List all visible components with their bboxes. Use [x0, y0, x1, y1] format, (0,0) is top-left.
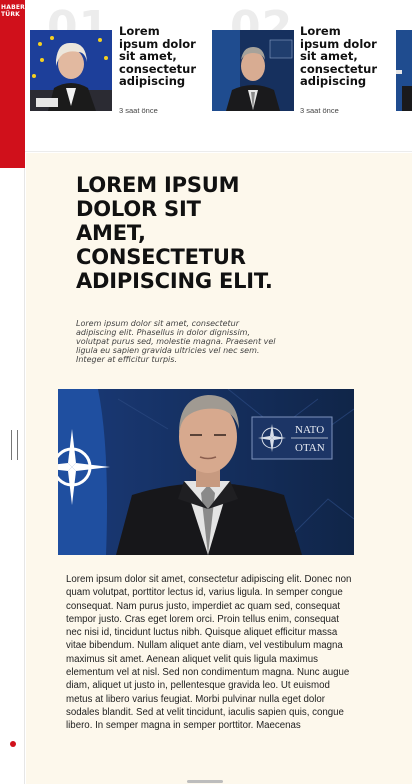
- home-indicator[interactable]: [187, 780, 223, 783]
- article: LOREM IPSUM DOLOR SIT AMET, CONSECTETUR …: [26, 153, 412, 784]
- news-title[interactable]: Lorem ipsum dolor sit amet, consectetur …: [119, 25, 201, 88]
- news-card[interactable]: [395, 0, 412, 130]
- article-body: Lorem ipsum dolor sit amet, consectetur …: [66, 574, 352, 732]
- brand-logo-text: HABER TÜRK: [1, 4, 25, 18]
- article-summary: Lorem ipsum dolor sit amet, consectetur …: [76, 319, 276, 364]
- news-card[interactable]: 01 Lorem ipsum dolor sit amet, consectet…: [25, 0, 200, 130]
- news-thumbnail[interactable]: [30, 30, 112, 111]
- news-time: 3 saat önce: [300, 106, 339, 115]
- news-title[interactable]: Lorem ipsum dolor sit amet, consectetur …: [300, 25, 382, 88]
- indicator-dot: [10, 741, 16, 747]
- otan-sign-text: OTAN: [295, 442, 325, 454]
- brand-logo[interactable]: HABER TÜRK: [0, 0, 25, 168]
- nato-sign-text: NATO: [295, 424, 324, 436]
- news-thumbnail[interactable]: [212, 30, 294, 111]
- drag-handle-icon[interactable]: [11, 430, 18, 460]
- article-hero-image[interactable]: NATO OTAN: [58, 389, 354, 555]
- news-thumbnail[interactable]: [396, 30, 412, 111]
- article-headline: LOREM IPSUM DOLOR SIT AMET, CONSECTETUR …: [76, 173, 273, 293]
- news-time: 3 saat önce: [119, 106, 158, 115]
- top-news-strip[interactable]: 01 Lorem ipsum dolor sit amet, consectet…: [25, 0, 412, 152]
- news-card[interactable]: 02 Lorem ipsum dolor sit amet, consectet…: [208, 0, 393, 130]
- left-rail: HABER TÜRK: [0, 0, 25, 784]
